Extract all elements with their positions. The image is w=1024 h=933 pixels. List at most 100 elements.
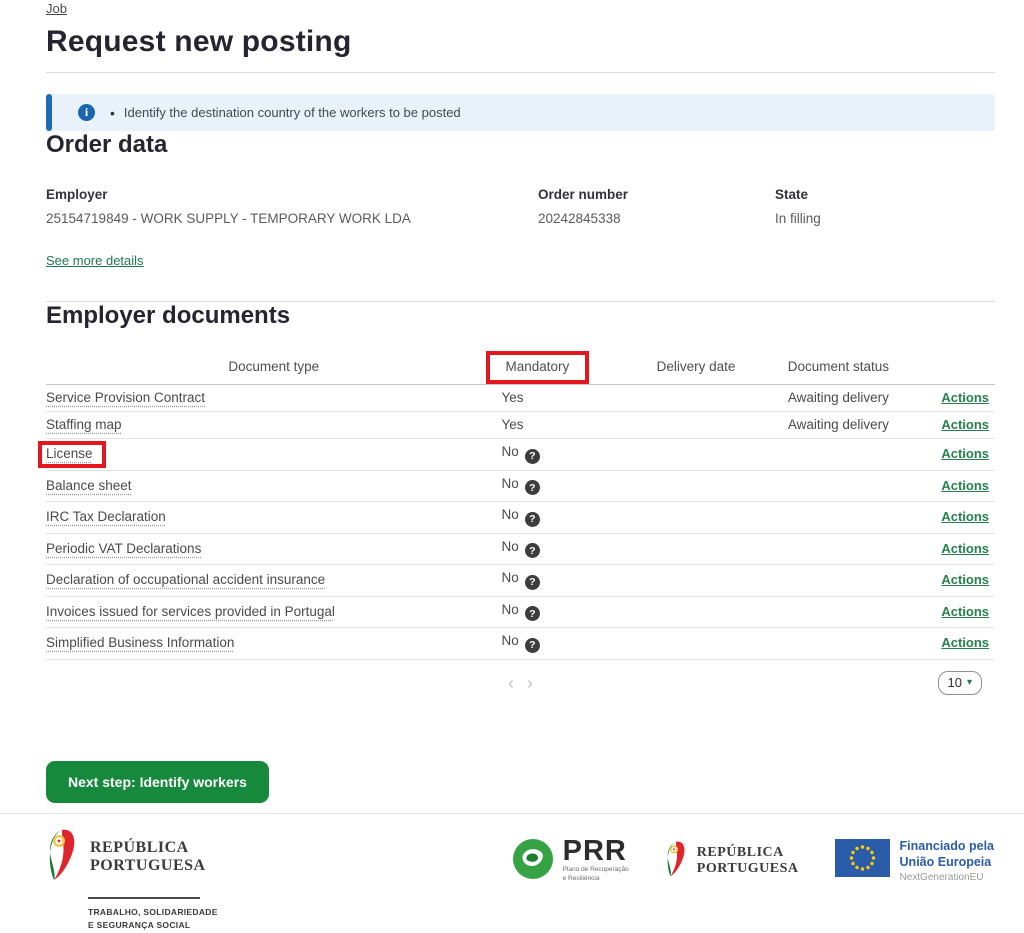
pagination: ‹ › 10 ▾ [46, 671, 995, 703]
document-link[interactable]: Service Provision Contract [46, 390, 205, 405]
column-header-mandatory: Mandatory [502, 353, 635, 385]
help-icon[interactable]: ? [525, 480, 540, 495]
status-value [758, 470, 919, 502]
status-value [758, 502, 919, 534]
previous-page-icon[interactable]: ‹ [508, 674, 514, 692]
table-row: Periodic VAT Declarations No? Actions [46, 533, 995, 565]
prr-logo: PRR Plano de Recuperação e Resiliência [511, 837, 629, 886]
eu-flag-icon [835, 839, 890, 882]
mandatory-value: No [502, 633, 519, 648]
eu-program-label: NextGenerationEU [900, 872, 994, 883]
republica-portuguesa-logo: REPÚBLICA PORTUGUESA [665, 839, 799, 884]
order-number-field: Order number 20242845338 [538, 187, 775, 226]
portugal-coat-of-arms-icon [46, 827, 78, 888]
status-value: Awaiting delivery [758, 385, 919, 412]
actions-link[interactable]: Actions [941, 572, 989, 587]
page-title: Request new posting [46, 25, 995, 59]
actions-link[interactable]: Actions [941, 390, 989, 405]
eu-funded-label: Financiado pela União Europeia [900, 839, 994, 870]
see-more-details-link[interactable]: See more details [46, 253, 144, 268]
main-content: Job Request new posting i • Identify the… [0, 0, 1024, 803]
delivery-date-cell [634, 412, 757, 439]
document-link[interactable]: IRC Tax Declaration [46, 509, 166, 524]
mandatory-value: No [502, 507, 519, 522]
gov-logo-divider [88, 897, 200, 899]
document-link[interactable]: Declaration of occupational accident ins… [46, 572, 325, 587]
document-link[interactable]: Balance sheet [46, 478, 132, 493]
bullet-glyph: • [110, 105, 115, 121]
employer-value: 25154719849 - WORK SUPPLY - TEMPORARY WO… [46, 211, 538, 226]
document-link[interactable]: Periodic VAT Declarations [46, 541, 201, 556]
table-header-row: Document type Mandatory Delivery date Do… [46, 353, 995, 385]
table-row: IRC Tax Declaration No? Actions [46, 502, 995, 534]
delivery-date-cell [634, 502, 757, 534]
help-icon[interactable]: ? [525, 606, 540, 621]
delivery-date-cell [634, 533, 757, 565]
status-value [758, 596, 919, 628]
prr-subtitle: Plano de Recuperação e Resiliência [563, 865, 629, 883]
next-step-button[interactable]: Next step: Identify workers [46, 761, 269, 803]
delivery-date-cell [634, 439, 757, 471]
help-icon[interactable]: ? [525, 638, 540, 653]
actions-link[interactable]: Actions [941, 446, 989, 461]
order-data-fields: Employer 25154719849 - WORK SUPPLY - TEM… [46, 187, 995, 226]
employer-field: Employer 25154719849 - WORK SUPPLY - TEM… [46, 187, 538, 226]
red-highlight-box-mandatory: Mandatory [486, 351, 590, 384]
page-size-value: 10 [948, 675, 962, 690]
prr-globe-icon [511, 837, 555, 886]
actions-link[interactable]: Actions [941, 635, 989, 650]
pager-arrows: ‹ › [46, 674, 995, 692]
employer-label: Employer [46, 187, 538, 202]
help-icon[interactable]: ? [525, 449, 540, 464]
table-row: Simplified Business Information No? Acti… [46, 628, 995, 660]
table-row: Balance sheet No? Actions [46, 470, 995, 502]
gov-department-label: TRABALHO, SOLIDARIEDADE E SEGURANÇA SOCI… [88, 906, 218, 933]
actions-link[interactable]: Actions [941, 604, 989, 619]
chevron-down-icon: ▾ [967, 677, 972, 688]
info-icon: i [78, 104, 95, 121]
mandatory-value: Yes [502, 390, 524, 405]
delivery-date-cell [634, 596, 757, 628]
document-link[interactable]: Simplified Business Information [46, 635, 234, 650]
status-value [758, 533, 919, 565]
actions-link[interactable]: Actions [941, 541, 989, 556]
column-header-delivery-date: Delivery date [634, 353, 757, 385]
info-banner: i • Identify the destination country of … [46, 94, 995, 131]
actions-link[interactable]: Actions [941, 417, 989, 432]
delivery-date-cell [634, 628, 757, 660]
column-header-actions [919, 353, 995, 385]
info-banner-accent-bar [46, 94, 52, 131]
status-value [758, 565, 919, 597]
info-banner-text: Identify the destination country of the … [124, 105, 461, 120]
breadcrumb-job-link[interactable]: Job [46, 1, 67, 16]
actions-link[interactable]: Actions [941, 478, 989, 493]
mandatory-value: No [502, 539, 519, 554]
order-number-value: 20242845338 [538, 211, 775, 226]
status-value [758, 628, 919, 660]
mandatory-value: No [502, 476, 519, 491]
status-value: Awaiting delivery [758, 412, 919, 439]
employer-documents-heading: Employer documents [46, 302, 995, 330]
help-icon[interactable]: ? [525, 512, 540, 527]
delivery-date-cell [634, 385, 757, 412]
mandatory-value: No [502, 602, 519, 617]
mandatory-value: No [502, 444, 519, 459]
column-header-document-type: Document type [46, 353, 502, 385]
state-value: In filling [775, 211, 995, 226]
table-row: Declaration of occupational accident ins… [46, 565, 995, 597]
title-divider [46, 72, 995, 73]
prr-wordmark: PRR [563, 839, 629, 864]
gov-logo-name: REPÚBLICA PORTUGUESA [90, 839, 206, 875]
document-link[interactable]: License [46, 446, 93, 461]
order-data-heading: Order data [46, 131, 995, 159]
help-icon[interactable]: ? [525, 543, 540, 558]
help-icon[interactable]: ? [525, 575, 540, 590]
page-size-dropdown[interactable]: 10 ▾ [938, 671, 983, 695]
footer: REPÚBLICA PORTUGUESA TRABALHO, SOLIDARIE… [0, 814, 1024, 933]
footer-partner-logos: PRR Plano de Recuperação e Resiliência R… [511, 827, 994, 886]
mandatory-value: No [502, 570, 519, 585]
document-link[interactable]: Invoices issued for services provided in… [46, 604, 335, 619]
document-link[interactable]: Staffing map [46, 417, 122, 432]
next-page-icon[interactable]: › [527, 674, 533, 692]
actions-link[interactable]: Actions [941, 509, 989, 524]
